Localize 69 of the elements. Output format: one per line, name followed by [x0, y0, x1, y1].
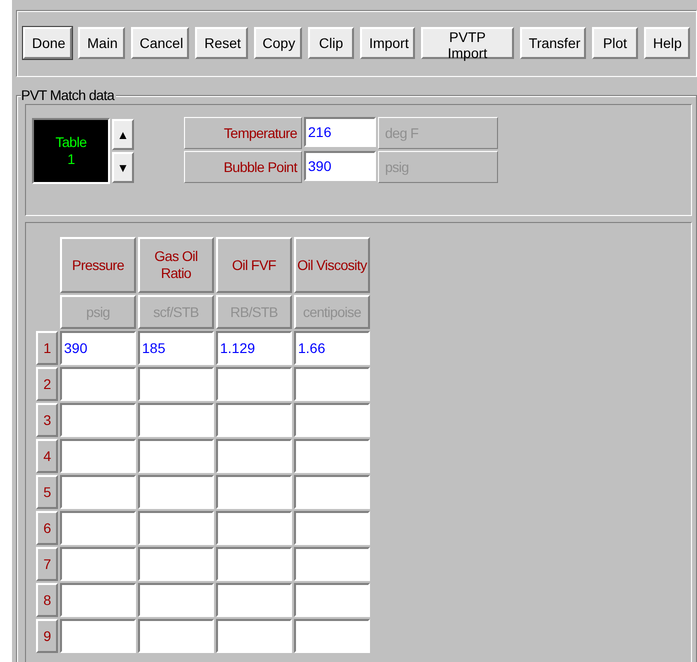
toolbar-button[interactable]: Cancel — [130, 27, 190, 59]
table-cell[interactable] — [294, 439, 370, 473]
table-cell[interactable] — [138, 583, 214, 617]
column-header: Pressure — [60, 237, 136, 293]
row-number: 4 — [36, 439, 58, 473]
display-label: Table — [56, 134, 86, 151]
table-cell[interactable] — [294, 547, 370, 581]
table-cell[interactable] — [60, 547, 136, 581]
table-cell[interactable] — [294, 367, 370, 401]
table-cell[interactable] — [60, 619, 136, 653]
row-number: 2 — [36, 367, 58, 401]
input-field[interactable]: 216 — [304, 117, 376, 147]
table-cell[interactable] — [60, 475, 136, 509]
row-number: 5 — [36, 475, 58, 509]
toolbar-button[interactable]: PVTP Import — [421, 27, 514, 59]
toolbar-button[interactable]: Transfer — [520, 27, 586, 59]
column-header: Oil Viscosity — [294, 237, 370, 293]
row-number: 3 — [36, 403, 58, 437]
row-number: 6 — [36, 511, 58, 545]
table-cell[interactable] — [216, 619, 292, 653]
table-cell[interactable] — [138, 475, 214, 509]
table-cell[interactable] — [216, 547, 292, 581]
group-title: PVT Match data — [21, 87, 116, 103]
field-label: Temperature — [184, 117, 302, 149]
table-cell[interactable] — [294, 583, 370, 617]
toolbar-button[interactable]: Help — [644, 27, 690, 59]
table-cell[interactable] — [60, 439, 136, 473]
column-header: Oil FVF — [216, 237, 292, 293]
table-cell[interactable] — [216, 367, 292, 401]
display-number: 1 — [67, 151, 75, 168]
table-cell[interactable] — [60, 583, 136, 617]
row-number: 8 — [36, 583, 58, 617]
row-number: 1 — [36, 331, 58, 365]
table-cell[interactable] — [138, 547, 214, 581]
toolbar-button[interactable]: Done — [23, 27, 72, 59]
table-cell[interactable] — [294, 511, 370, 545]
down-button[interactable]: ▼ — [112, 152, 134, 183]
up-button[interactable]: ▲ — [112, 119, 134, 150]
table-cell[interactable] — [138, 403, 214, 437]
table-cell[interactable] — [294, 619, 370, 653]
column-header: Gas Oil Ratio — [138, 237, 214, 293]
input-field[interactable]: 390 — [304, 151, 376, 181]
table-cell[interactable] — [294, 403, 370, 437]
table-cell[interactable]: 1.66 — [294, 331, 370, 365]
field-label: Bubble Point — [184, 151, 302, 183]
toolbar-button[interactable]: Main — [78, 27, 125, 59]
toolbar-button[interactable]: Reset — [195, 27, 248, 59]
table-cell[interactable] — [60, 367, 136, 401]
row-number: 9 — [36, 619, 58, 653]
table-cell[interactable] — [138, 511, 214, 545]
table-cell[interactable] — [294, 475, 370, 509]
toolbar-button[interactable]: Plot — [592, 27, 638, 59]
table-cell[interactable] — [138, 619, 214, 653]
table-cell[interactable]: 185 — [138, 331, 214, 365]
table-cell[interactable] — [138, 367, 214, 401]
table-cell[interactable]: 390 — [60, 331, 136, 365]
table-cell[interactable] — [216, 439, 292, 473]
table-cell[interactable] — [216, 511, 292, 545]
table-cell[interactable]: 1.129 — [216, 331, 292, 365]
table-cell[interactable] — [60, 403, 136, 437]
toolbar-button[interactable]: Clip — [308, 27, 354, 59]
table-cell[interactable] — [216, 475, 292, 509]
toolbar-button[interactable]: Import — [360, 27, 416, 59]
table-cell[interactable] — [216, 583, 292, 617]
table-cell[interactable] — [216, 403, 292, 437]
toolbar-button[interactable]: Copy — [254, 27, 302, 59]
row-number: 7 — [36, 547, 58, 581]
table-cell[interactable] — [60, 511, 136, 545]
table-cell[interactable] — [138, 439, 214, 473]
